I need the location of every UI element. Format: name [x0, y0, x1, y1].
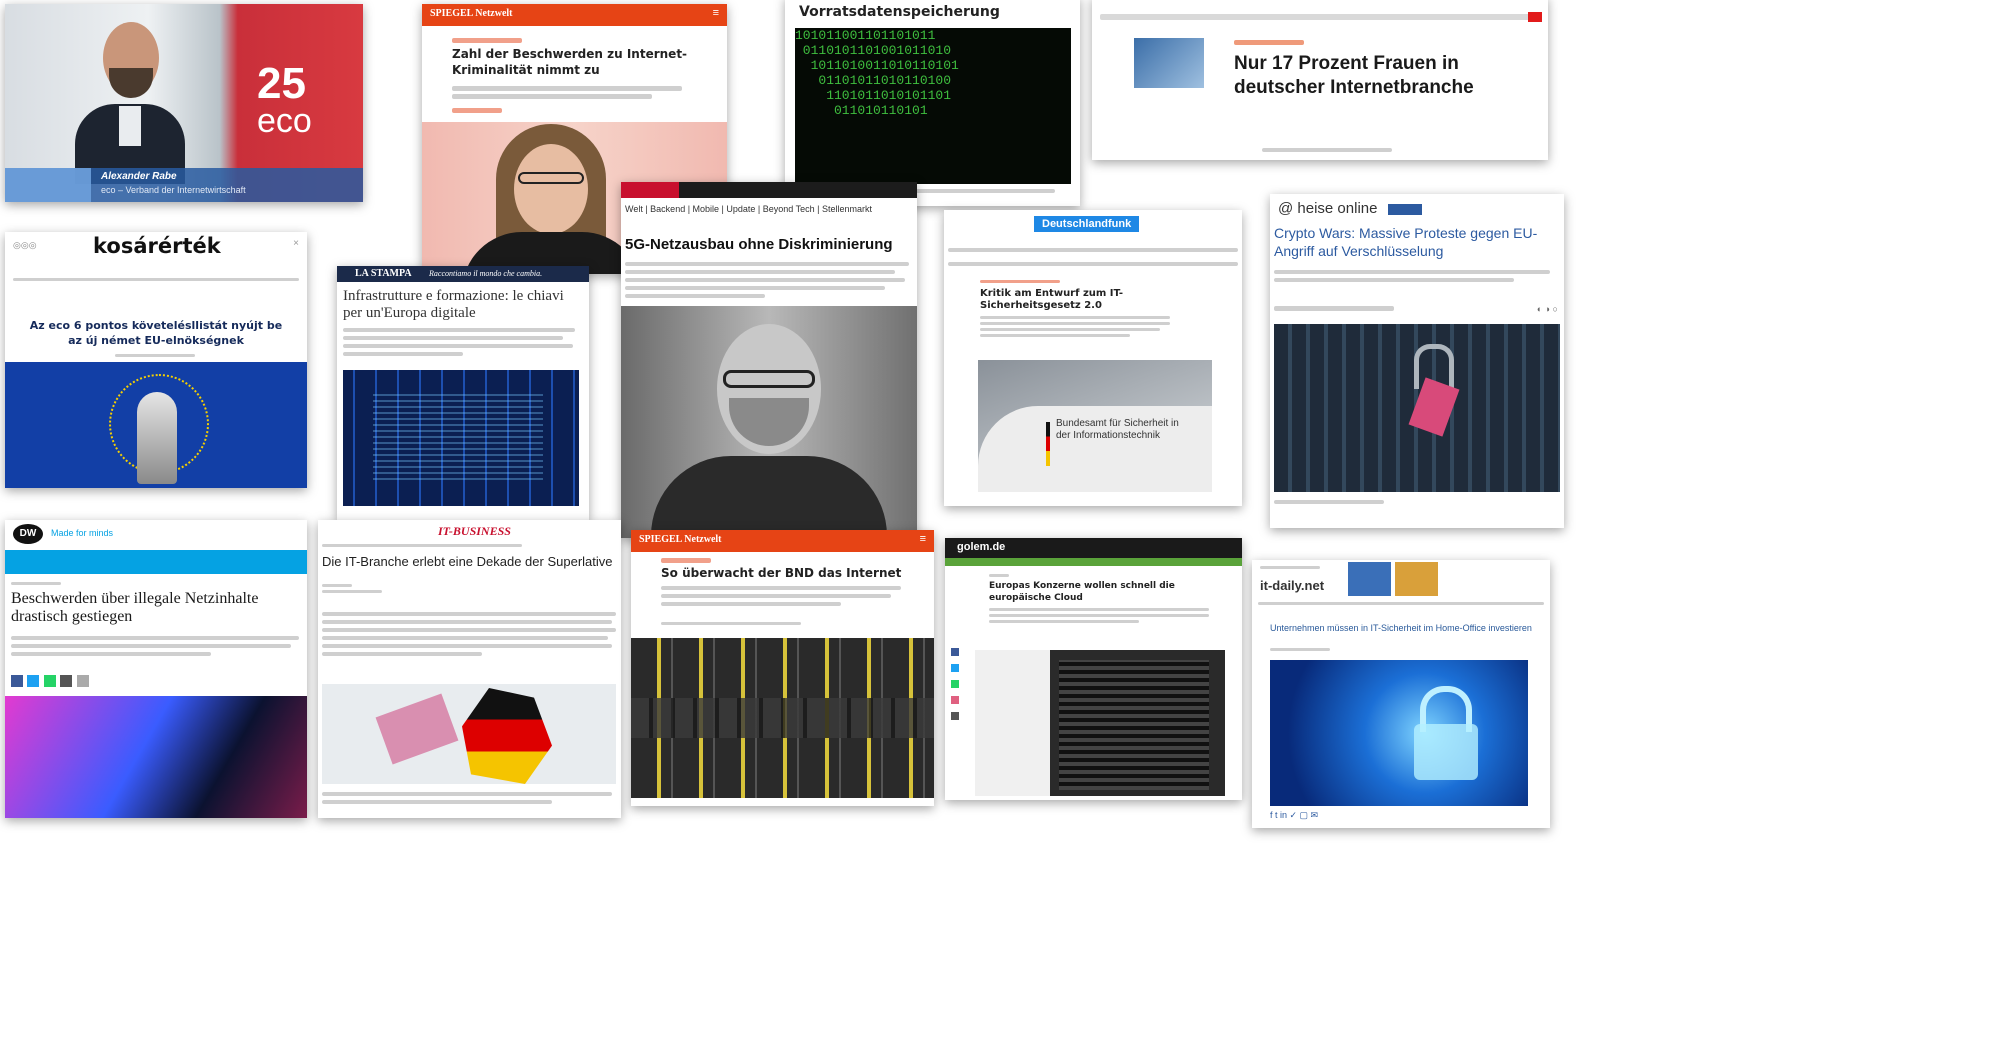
eco-25-badge: 25 eco — [257, 59, 312, 140]
article-card-heise[interactable]: @ heise online Crypto Wars: Massive Prot… — [1270, 194, 1564, 528]
padlock-photo — [1274, 324, 1560, 492]
heise-logo[interactable]: @ heise online — [1278, 200, 1377, 217]
menu-icon[interactable]: ≡ — [713, 7, 719, 19]
headline[interactable]: Vorratsdatenspeicherung — [799, 4, 1000, 20]
it-business-logo[interactable]: IT-BUSINESS — [438, 524, 511, 539]
eu-flag-photo — [5, 362, 307, 488]
article-card-5g-netzausbau[interactable]: Welt | Backend | Mobile | Update | Beyon… — [621, 182, 917, 538]
article-card-golem[interactable]: golem.de Europas Konzerne wollen schnell… — [945, 538, 1242, 800]
article-card-vorratsdaten[interactable]: Vorratsdatenspeicherung 1010110011011010… — [785, 0, 1080, 206]
section-nav[interactable]: Welt | Backend | Mobile | Update | Beyon… — [625, 204, 872, 214]
person-photo — [75, 22, 185, 184]
share-icons[interactable]: ◐ ◑ ○ — [1537, 304, 1558, 314]
menu-icon[interactable]: ≡ — [920, 533, 926, 545]
close-icon[interactable]: × — [293, 238, 299, 249]
headline[interactable]: Kritik am Entwurf zum IT-Sicherheitsgese… — [980, 288, 1150, 312]
article-card-dw[interactable]: DW Made for minds Beschwerden über illeg… — [5, 520, 307, 818]
top-nav — [621, 182, 917, 198]
red-badge — [1528, 12, 1542, 22]
article-card-kosarertek[interactable]: ◎◎◎ kosárérték × Az eco 6 pontos követel… — [5, 232, 307, 488]
share-buttons[interactable] — [11, 674, 89, 692]
screen-photo — [5, 696, 307, 818]
bsi-building-photo: Bundesamt für Sicherheit in der Informat… — [978, 360, 1212, 492]
dw-nav[interactable] — [5, 550, 307, 574]
at-icon: @ — [1278, 200, 1294, 217]
network-cables-photo — [631, 638, 934, 798]
headline[interactable]: So überwacht der BND das Internet — [661, 566, 921, 580]
article-card-it-daily[interactable]: it-daily.net Unternehmen müssen in IT-Si… — [1252, 560, 1550, 828]
magazine-covers — [1348, 562, 1438, 596]
headline[interactable]: 5G-Netzausbau ohne Diskriminierung — [625, 236, 915, 253]
digital-padlock-photo — [1270, 660, 1528, 806]
speaker-role: eco – Verband der Internetwirtschaft — [101, 185, 246, 195]
stampa-header: LA STAMPA Raccontiamo il mondo che cambi… — [337, 266, 589, 282]
article-card-eco-video[interactable]: 25 eco Alexander Rabe eco – Verband der … — [5, 4, 363, 202]
headline[interactable]: Beschwerden über illegale Netzinhalte dr… — [11, 590, 271, 626]
site-logo[interactable]: kosárérték — [93, 234, 221, 258]
headline[interactable]: Zahl der Beschwerden zu Internet-Krimina… — [452, 46, 692, 78]
dlf-logo[interactable]: Deutschlandfunk — [1034, 216, 1140, 232]
golem-header: golem.de — [945, 538, 1242, 558]
social-icons[interactable]: ◎◎◎ — [13, 240, 37, 251]
article-card-it-business[interactable]: IT-BUSINESS Die IT-Branche erlebt eine D… — [318, 520, 621, 818]
spiegel-header: SPIEGEL Netzwelt ≡ — [631, 530, 934, 552]
headline[interactable]: Crypto Wars: Massive Proteste gegen EU-A… — [1274, 224, 1554, 260]
spiegel-header: SPIEGEL Netzwelt ≡ — [422, 4, 727, 26]
lower-third: Alexander Rabe eco – Verband der Interne… — [5, 168, 363, 202]
server-rack-photo — [975, 650, 1225, 796]
laptop-photo — [1134, 38, 1204, 88]
article-card-spiegel-bnd[interactable]: SPIEGEL Netzwelt ≡ So überwacht der BND … — [631, 530, 934, 806]
article-card-deutschlandfunk[interactable]: Deutschlandfunk Kritik am Entwurf zum IT… — [944, 210, 1242, 506]
plus-badge — [1388, 204, 1422, 215]
speaker-name: Alexander Rabe — [101, 171, 177, 182]
headline[interactable]: Az eco 6 pontos követelésllistát nyújt b… — [23, 318, 289, 348]
headline[interactable]: Nur 17 Prozent Frauen in deutscher Inter… — [1234, 52, 1524, 100]
article-card-la-stampa[interactable]: LA STAMPA Raccontiamo il mondo che cambi… — [337, 266, 589, 520]
binary-code-photo: 101011001101101011 0110101101001011010 1… — [795, 28, 1071, 184]
social-icons[interactable]: f t in ✓ ▢ ✉ — [1270, 810, 1318, 821]
portrait-photo-bw — [621, 306, 917, 538]
germany-money-photo — [322, 684, 616, 784]
article-card-frauen-internetbranche[interactable]: Nur 17 Prozent Frauen in deutscher Inter… — [1092, 0, 1548, 160]
headline[interactable]: Infrastrutture e formazione: le chiavi p… — [343, 288, 579, 322]
headline[interactable]: Die IT-Branche erlebt eine Dekade der Su… — [322, 554, 618, 569]
share-sidebar[interactable] — [951, 648, 961, 720]
golem-nav[interactable] — [945, 558, 1242, 566]
headline[interactable]: Europas Konzerne wollen schnell die euro… — [989, 580, 1189, 604]
dw-logo[interactable]: DW — [13, 524, 43, 544]
headline[interactable]: Unternehmen müssen in IT-Sicherheit im H… — [1270, 622, 1532, 634]
server-room-photo — [343, 370, 579, 506]
it-daily-logo[interactable]: it-daily.net — [1260, 578, 1324, 593]
